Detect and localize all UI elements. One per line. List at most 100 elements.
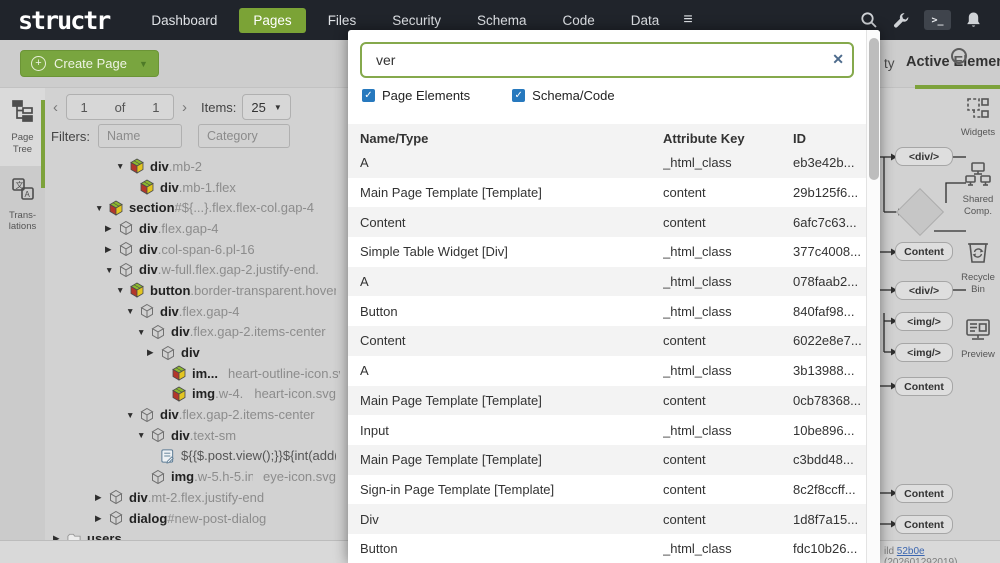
result-row[interactable]: Div content 1d8f7a15... [348,504,866,534]
filter-category-input[interactable] [198,124,290,148]
scrollbar-thumb[interactable] [869,38,879,180]
checkbox-icon[interactable]: ✓ [512,89,525,102]
result-name: Main Page Template [Template] [348,452,663,467]
tree-row[interactable]: im... heart-outline-icon.svg [45,363,340,384]
result-row[interactable]: Button _html_class 840faf98... [348,296,866,326]
tree-row[interactable]: ▶ div .flex.gap-4 [45,218,340,239]
build-link[interactable]: 52b0e [897,546,925,557]
tree-caret-icon[interactable]: ▶ [95,492,108,503]
tree-row[interactable]: ${{$.post.view();}}${int(add(size... [45,446,340,467]
tree-caret-icon[interactable]: ▶ [53,533,66,540]
tree-row[interactable]: ▶ dialog #new-post-dialog [45,508,340,529]
filter-name-input[interactable] [98,124,182,148]
tree-caret-icon[interactable]: ▼ [105,265,118,275]
tree-row[interactable]: ▼ div .flex.gap-2.items-center [45,404,340,425]
recycle-bin-icon [966,239,990,269]
result-row[interactable]: Content content 6022e8e7... [348,326,866,356]
page-current[interactable]: 1 [80,100,87,115]
tree-caret-icon[interactable]: ▼ [126,410,139,420]
result-name: Main Page Template [Template] [348,393,663,408]
tree-row[interactable]: ▼ button .border-transparent.hover:b... [45,280,340,301]
tree-caret-icon[interactable]: ▼ [137,430,150,440]
cube-colored-icon [129,282,145,298]
search-icon[interactable] [860,11,878,29]
nav-item-files[interactable]: Files [314,8,371,33]
rail-item-widgets[interactable]: Widgets [956,96,1000,139]
result-row[interactable]: Button _html_class fdc10b26... [348,534,866,563]
tree-caret-icon[interactable]: ▼ [116,285,129,295]
rail-label: Widgets [961,127,995,139]
clear-search-icon[interactable]: ✕ [832,51,844,68]
help-circle-icon[interactable] [951,48,967,64]
page-prev-button[interactable]: ‹ [51,99,60,116]
rail-item-shared-components[interactable]: Shared Comp. [956,161,1000,218]
result-id: 6022e8e7... [793,333,866,348]
nav-item-pages[interactable]: Pages [239,8,305,33]
tree-row[interactable]: ▼ section #${...}.flex.flex-col.gap-4 [45,197,340,218]
result-row[interactable]: A _html_class 3b13988... [348,356,866,386]
tree-caret-icon[interactable]: ▼ [95,203,108,213]
result-row[interactable]: Main Page Template [Template] content 29… [348,178,866,208]
tree-caret-icon[interactable]: ▶ [105,223,118,234]
flow-node[interactable]: Content [895,377,953,396]
tree-row[interactable]: ▼ div .w-full.flex.gap-2.justify-end. [45,259,340,280]
tree-row[interactable]: ▼ div .text-sm [45,425,340,446]
checkbox-page-elements[interactable]: ✓ Page Elements [362,88,470,103]
tree-row[interactable]: img .w-5.h-5.inlin... eye-icon.svg [45,466,340,487]
tree-row[interactable]: ▼ div .flex.gap-2.items-center [45,322,340,343]
tree-caret-icon[interactable]: ▶ [95,513,108,524]
search-input[interactable] [360,42,854,78]
nav-item-code[interactable]: Code [549,8,609,33]
tree-caret-icon[interactable]: ▶ [105,244,118,255]
flow-node[interactable]: Content [895,484,953,503]
tree-row[interactable]: ▼ div .mb-2 [45,156,340,177]
tree-row[interactable]: ▶ div .col-span-6.pl-16 [45,239,340,260]
tree-row[interactable]: img .w-4.h-... heart-icon.svg [45,384,340,405]
page-number-box[interactable]: 1 of 1 [66,94,174,120]
tree-caret-icon[interactable]: ▼ [116,161,129,171]
flow-node[interactable]: <img/> [895,312,953,331]
rail-item-translations[interactable]: 文ATrans- lations [0,166,45,244]
tree-row[interactable]: ▶ users [45,528,340,540]
page-next-button[interactable]: › [180,99,189,116]
tree-caret-icon[interactable]: ▶ [147,347,160,358]
tree-caret-icon[interactable]: ▼ [137,327,150,337]
tree-caret-icon[interactable]: ▼ [126,306,139,316]
tree-row[interactable]: ▼ div .flex.gap-4 [45,301,340,322]
result-row[interactable]: A _html_class eb3e42b... [348,148,866,178]
rail-item-page-tree[interactable]: Page Tree [0,88,45,166]
result-row[interactable]: Content content 6afc7c63... [348,207,866,237]
rail-item-preview[interactable]: Preview [956,318,1000,361]
flow-node[interactable]: Content [895,515,953,534]
element-classes: .col-span-6.pl-16 [158,242,255,257]
page-size-select[interactable]: 25 ▼ [242,94,290,120]
terminal-icon[interactable]: >_ [924,10,951,30]
result-row[interactable]: Input _html_class 10be896... [348,415,866,445]
nav-item-dashboard[interactable]: Dashboard [137,8,231,33]
create-page-button[interactable]: + Create Page ▼ [20,50,159,77]
tree-row[interactable]: div .mb-1.flex [45,177,340,198]
nav-item-schema[interactable]: Schema [463,8,541,33]
tab-partial[interactable]: ty [884,56,895,71]
result-row[interactable]: Sign-in Page Template [Template] content… [348,475,866,505]
tree-row[interactable]: ▶ div .mt-2.flex.justify-end [45,487,340,508]
wrench-icon[interactable] [892,11,910,29]
result-row[interactable]: A _html_class 078faab2... [348,267,866,297]
rail-item-recycle-bin[interactable]: Recycle Bin [956,239,1000,296]
flow-node[interactable]: <div/> [895,147,953,166]
nav-item-security[interactable]: Security [378,8,455,33]
result-row[interactable]: Main Page Template [Template] content 0c… [348,386,866,416]
element-classes: .mt-2.flex.justify-end [148,490,264,505]
flow-node[interactable]: <img/> [895,343,953,362]
element-name: div [171,324,190,339]
notifications-bell-icon[interactable] [965,11,982,29]
nav-item-data[interactable]: Data [617,8,674,33]
checkbox-schema-code[interactable]: ✓ Schema/Code [512,88,614,103]
checkbox-icon[interactable]: ✓ [362,89,375,102]
result-row[interactable]: Main Page Template [Template] content c3… [348,445,866,475]
result-row[interactable]: Simple Table Widget [Div] _html_class 37… [348,237,866,267]
tree-row[interactable]: ▶ div [45,342,340,363]
flow-node[interactable]: <div/> [895,281,953,300]
dialog-scrollbar[interactable] [866,30,880,563]
flow-node[interactable]: Content [895,242,953,261]
